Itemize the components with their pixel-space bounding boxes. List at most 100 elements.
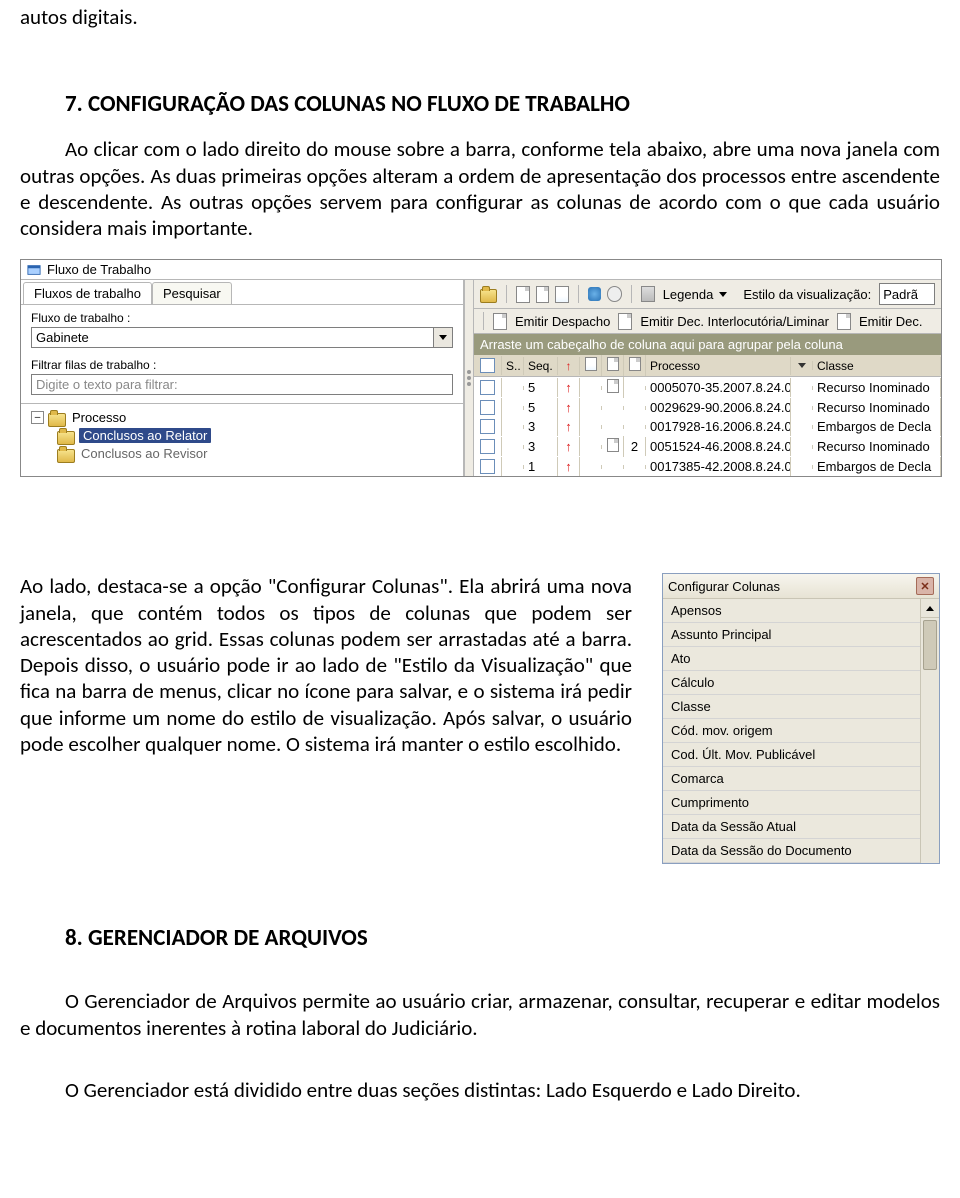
col-priority[interactable]: ↑ (558, 357, 580, 375)
folder-icon (48, 413, 66, 427)
page-icon[interactable] (516, 286, 529, 303)
gear-icon[interactable] (607, 286, 622, 302)
col-processo[interactable]: Processo (646, 357, 791, 375)
cfg-list-item[interactable]: Cod. Últ. Mov. Publicável (663, 743, 939, 767)
screenshot-configurar-colunas: Configurar Colunas ✕ ApensosAssunto Prin… (662, 573, 940, 864)
table-row[interactable]: 3↑0017928-16.2006.8.24.0064/50000Embargo… (474, 417, 941, 436)
cfg-list-item[interactable]: Data da Sessão Atual (663, 815, 939, 839)
col-seq[interactable]: Seq. (524, 357, 558, 375)
table-row[interactable]: 5↑0005070-35.2007.8.24.0090Recurso Inomi… (474, 377, 941, 398)
doc-icon (618, 313, 632, 330)
tab-pesquisar[interactable]: Pesquisar (152, 282, 232, 304)
cell-classe: Embargos de Decla (813, 417, 941, 436)
tab-fluxos[interactable]: Fluxos de trabalho (23, 282, 152, 304)
checkbox-all[interactable] (480, 358, 495, 373)
group-hint[interactable]: Arraste um cabeçalho de coluna aqui para… (474, 334, 941, 355)
row-checkbox[interactable] (480, 439, 495, 454)
cfg-list-item[interactable]: Comarca (663, 767, 939, 791)
page-icon[interactable] (536, 286, 549, 303)
row-checkbox[interactable] (480, 459, 495, 474)
row-checkbox[interactable] (480, 380, 495, 395)
col-icon2[interactable] (602, 355, 624, 376)
section-8-p2: O Gerenciador está dividido entre duas s… (20, 1077, 940, 1103)
tree-item-selected[interactable]: Conclusos ao Relator (79, 428, 211, 443)
select-fluxo-dropdown-button[interactable] (434, 327, 453, 348)
close-button[interactable]: ✕ (916, 577, 934, 595)
cfg-list-item[interactable]: Apensos (663, 599, 939, 623)
screenshot-fluxo-de-trabalho: Fluxo de Trabalho Fluxos de trabalho Pes… (20, 259, 942, 477)
cell-classe: Recurso Inominado (813, 398, 941, 417)
cell-seq: 3 (524, 417, 558, 436)
label-filtrar: Filtrar filas de trabalho : (21, 352, 463, 374)
col-dropdown[interactable] (791, 361, 813, 370)
window-icon (27, 263, 41, 277)
cell-count (624, 406, 646, 410)
toolbar-top: Legenda Estilo da visualização: Padrã (474, 280, 941, 309)
scroll-up-button[interactable] (921, 599, 939, 618)
cell-classe: Embargos de Decla (813, 457, 941, 476)
cell-count (624, 386, 646, 390)
cfg-list-item[interactable]: Assunto Principal (663, 623, 939, 647)
cfg-list-item[interactable]: Data da Sessão do Documento (663, 839, 939, 863)
chevron-up-icon (926, 606, 934, 611)
filter-input[interactable]: Digite o texto para filtrar: (31, 374, 453, 395)
chevron-down-icon (798, 363, 806, 368)
cell-seq: 5 (524, 378, 558, 397)
doc-icon (493, 313, 507, 330)
select-fluxo[interactable]: Gabinete (31, 327, 434, 348)
cell-count (624, 465, 646, 469)
label-fluxo: Fluxo de trabalho : (21, 305, 463, 327)
doc-icon[interactable] (555, 286, 568, 303)
roll-icon[interactable] (588, 287, 601, 301)
chevron-down-icon (719, 292, 727, 297)
cell-processo: 0017928-16.2006.8.24.0064/50000 (646, 417, 791, 436)
tree-item[interactable]: Conclusos ao Revisor (79, 446, 209, 461)
row-checkbox[interactable] (480, 400, 495, 415)
section-7-title: 7. CONFIGURAÇÃO DAS COLUNAS NO FLUXO DE … (20, 90, 940, 118)
cfg-list-item[interactable]: Cód. mov. origem (663, 719, 939, 743)
row-checkbox[interactable] (480, 419, 495, 434)
tree-toggle[interactable]: ‒ (31, 411, 44, 424)
estilo-label: Estilo da visualização: (741, 286, 873, 303)
flag-icon[interactable] (641, 286, 654, 302)
cfg-list-item[interactable]: Cálculo (663, 671, 939, 695)
cell-seq: 5 (524, 398, 558, 417)
btn-emitir-dec-interlocutoria[interactable]: Emitir Dec. Interlocutória/Liminar (638, 313, 831, 330)
col-icon1[interactable] (580, 355, 602, 376)
cell-classe: Recurso Inominado (813, 378, 941, 397)
cell-processo: 0051524-46.2008.8.24.0023 (646, 437, 791, 456)
folder-icon (57, 449, 75, 463)
open-icon[interactable] (480, 289, 497, 303)
window-title: Fluxo de Trabalho (47, 262, 151, 277)
folder-icon (57, 431, 75, 445)
arrow-up-icon: ↑ (565, 380, 572, 395)
cell-count: 2 (624, 437, 646, 456)
grid: S.. Seq. ↑ Processo Classe 5↑0005 (474, 355, 941, 476)
section-8-title: 8. GERENCIADOR DE ARQUIVOS (20, 924, 940, 952)
table-row[interactable]: 5↑0029629-90.2006.8.24.0090Recurso Inomi… (474, 398, 941, 417)
arrow-up-icon: ↑ (565, 459, 572, 474)
col-classe[interactable]: Classe (813, 357, 941, 375)
btn-emitir-despacho[interactable]: Emitir Despacho (513, 313, 612, 330)
legenda-dropdown[interactable]: Legenda (661, 286, 730, 303)
scroll-thumb[interactable] (923, 620, 937, 670)
btn-emitir-dec[interactable]: Emitir Dec. (857, 313, 925, 330)
section-7-body: Ao clicar com o lado direito do mouse so… (20, 136, 940, 241)
tree: ‒ Processo Conclusos ao Relator Concluso… (21, 404, 463, 461)
table-row[interactable]: 3↑20051524-46.2008.8.24.0023Recurso Inom… (474, 436, 941, 457)
cell-seq: 1 (524, 457, 558, 476)
cfg-list-item[interactable]: Ato (663, 647, 939, 671)
cell-count (624, 425, 646, 429)
scrollbar[interactable] (920, 599, 939, 863)
table-row[interactable]: 1↑0017385-42.2008.8.24.0064/50000Embargo… (474, 457, 941, 476)
col-icon3[interactable] (624, 355, 646, 376)
cfg-list-item[interactable]: Classe (663, 695, 939, 719)
col-s[interactable]: S.. (502, 357, 524, 375)
splitter[interactable] (464, 280, 474, 476)
tree-root[interactable]: Processo (70, 410, 128, 425)
doc-icon (607, 379, 619, 393)
estilo-select[interactable]: Padrã (879, 283, 935, 305)
configurar-colunas-paragraph: Ao lado, destaca-se a opção "Configurar … (20, 573, 632, 757)
cfg-list-item[interactable]: Cumprimento (663, 791, 939, 815)
doc-icon (607, 438, 619, 452)
